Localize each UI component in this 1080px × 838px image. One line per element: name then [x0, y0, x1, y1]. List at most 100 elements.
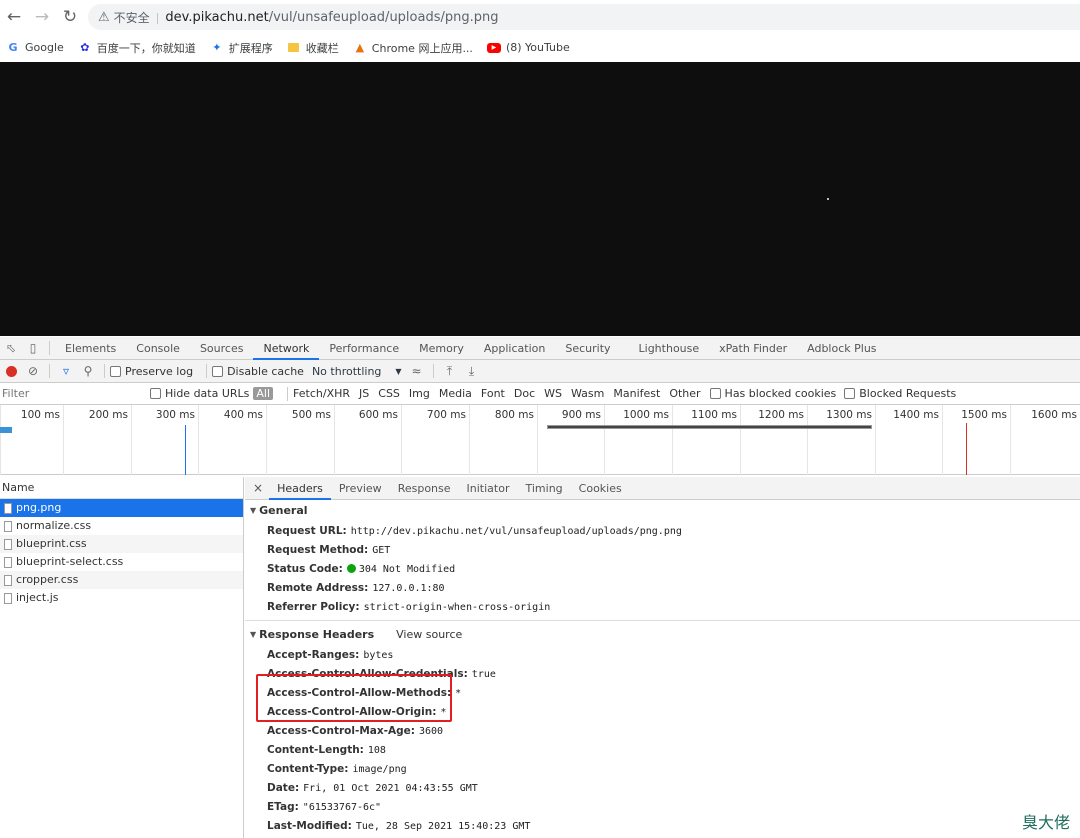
filter-icon[interactable]: ▿ [55, 360, 77, 382]
request-row[interactable]: inject.js [0, 589, 243, 607]
checkbox-label: Blocked Requests [859, 387, 957, 400]
tab-network[interactable]: Network [253, 337, 320, 360]
tab-cookies[interactable]: Cookies [571, 477, 630, 500]
tab-memory[interactable]: Memory [409, 337, 474, 360]
checkbox-label: Preserve log [125, 364, 194, 378]
header-key: Content-Type: [267, 763, 349, 775]
tab-response[interactable]: Response [390, 477, 459, 500]
tab-timing[interactable]: Timing [517, 477, 570, 500]
chevron-down-icon[interactable]: ▼ [395, 367, 401, 376]
filter-type-ws[interactable]: WS [544, 387, 562, 400]
export-har-icon[interactable]: ⤓ [461, 360, 483, 382]
general-section-header[interactable]: ▼ General [245, 500, 1080, 522]
filter-type-media[interactable]: Media [439, 387, 472, 400]
tab-initiator[interactable]: Initiator [459, 477, 518, 500]
filter-input[interactable] [0, 383, 140, 404]
filter-type-other[interactable]: Other [669, 387, 700, 400]
filter-type-img[interactable]: Img [409, 387, 430, 400]
tick-label: 500 ms [291, 409, 331, 421]
divider [206, 364, 208, 378]
bookmark-chrome-store[interactable]: ▲ Chrome 网上应用... [353, 40, 473, 56]
checkbox-label: Hide data URLs [165, 387, 250, 400]
has-blocked-cookies-checkbox[interactable]: Has blocked cookies [709, 387, 836, 400]
checkbox-box[interactable] [212, 365, 224, 377]
tick-label: 1600 ms [1031, 409, 1077, 421]
filter-type-doc[interactable]: Doc [514, 387, 535, 400]
header-row: Request Method: GET [245, 541, 1080, 560]
import-har-icon[interactable]: ⤒ [439, 360, 461, 382]
tab-xpath-finder[interactable]: xPath Finder [709, 337, 797, 360]
filter-type-manifest[interactable]: Manifest [613, 387, 660, 400]
tab-performance[interactable]: Performance [319, 337, 409, 360]
checkbox-box[interactable] [709, 388, 721, 399]
timeline-tick: 600 ms [334, 405, 401, 475]
request-row[interactable]: normalize.css [0, 517, 243, 535]
filter-type-all[interactable]: All [253, 387, 274, 400]
bookmark-label: Chrome 网上应用... [371, 41, 473, 55]
blocked-requests-checkbox[interactable]: Blocked Requests [844, 387, 956, 400]
bookmarks-bar: G Google ✿ 百度一下，你就知道 ✦ 扩展程序 收藏栏 ▲ Chrome 网上应… [0, 34, 1080, 61]
tab-application[interactable]: Application [474, 337, 555, 360]
search-icon[interactable]: ⚲ [77, 360, 99, 382]
checkbox-box[interactable] [150, 388, 161, 399]
clear-icon[interactable]: ⊘ [22, 360, 44, 382]
header-value: 108 [367, 745, 386, 756]
tab-elements[interactable]: Elements [55, 337, 126, 360]
filter-type-font[interactable]: Font [481, 387, 505, 400]
file-icon [4, 538, 12, 550]
filter-type-wasm[interactable]: Wasm [571, 387, 604, 400]
tab-console[interactable]: Console [126, 337, 190, 360]
preserve-log-checkbox[interactable]: Preserve log [110, 365, 193, 378]
warning-icon[interactable]: ⚠ [98, 10, 110, 25]
tab-sources[interactable]: Sources [190, 337, 254, 360]
bookmark-google[interactable]: G Google [6, 41, 63, 55]
reload-icon[interactable]: ↻ [56, 3, 84, 31]
request-row[interactable]: blueprint-select.css [0, 553, 243, 571]
inspect-element-icon[interactable]: ⬁ [0, 337, 22, 359]
security-label[interactable]: 不安全 [114, 9, 150, 26]
bookmark-youtube[interactable]: ▶ (8) YouTube [486, 41, 570, 55]
device-toolbar-icon[interactable]: ▯ [22, 337, 44, 359]
filter-type-fetch[interactable]: Fetch/XHR [293, 387, 350, 400]
file-icon [4, 502, 12, 514]
bookmark-folder[interactable]: 收藏栏 [287, 40, 339, 56]
response-headers-section-header[interactable]: ▼ Response Headers View source [245, 624, 1080, 646]
disable-cache-checkbox[interactable]: Disable cache [212, 365, 304, 378]
tab-lighthouse[interactable]: Lighthouse [629, 337, 710, 360]
bookmark-extensions[interactable]: ✦ 扩展程序 [210, 40, 273, 56]
checkbox-box[interactable] [844, 388, 856, 399]
puzzle-icon: ✦ [212, 41, 222, 54]
record-icon[interactable] [0, 360, 22, 382]
view-source-link[interactable]: View source [396, 624, 462, 646]
timeline-overview[interactable]: 100 ms 200 ms 300 ms 400 ms 500 ms 600 m… [0, 405, 1080, 475]
request-row[interactable]: blueprint.css [0, 535, 243, 553]
bookmark-baidu[interactable]: ✿ 百度一下，你就知道 [78, 40, 196, 56]
tick-label: 1000 ms [623, 409, 669, 421]
tick-label: 200 ms [88, 409, 128, 421]
column-header-name[interactable]: Name [0, 477, 243, 499]
back-icon[interactable]: ← [0, 3, 28, 31]
tab-preview[interactable]: Preview [331, 477, 390, 500]
filter-type-css[interactable]: CSS [378, 387, 400, 400]
request-name: png.png [16, 501, 62, 514]
checkbox-box[interactable] [110, 365, 121, 377]
tab-adblock-plus[interactable]: Adblock Plus [797, 337, 886, 360]
request-row[interactable]: cropper.css [0, 571, 243, 589]
tab-headers[interactable]: Headers [269, 477, 331, 500]
throttling-select[interactable]: No throttling [312, 365, 381, 378]
hide-data-urls-checkbox[interactable]: Hide data URLs [150, 387, 249, 400]
request-rows: png.png normalize.css blueprint.css blue… [0, 499, 243, 607]
tab-security[interactable]: Security [555, 337, 620, 360]
header-key: Status Code: [267, 563, 343, 575]
url-text[interactable]: dev.pikachu.net/vul/unsafeupload/uploads… [165, 10, 498, 25]
header-value: 127.0.0.1:80 [372, 583, 445, 594]
filter-type-js[interactable]: JS [359, 387, 369, 400]
omnibox[interactable]: ⚠ 不安全 | dev.pikachu.net/vul/unsafeupload… [88, 4, 1080, 30]
header-row: Request URL: http://dev.pikachu.net/vul/u… [245, 522, 1080, 541]
expand-triangle-icon: ▼ [250, 506, 257, 515]
close-icon[interactable]: × [245, 481, 269, 495]
request-row[interactable]: png.png [0, 499, 243, 517]
network-conditions-icon[interactable]: ≈ [406, 360, 428, 382]
forward-icon[interactable]: → [28, 3, 56, 31]
tick-label: 600 ms [358, 409, 398, 421]
